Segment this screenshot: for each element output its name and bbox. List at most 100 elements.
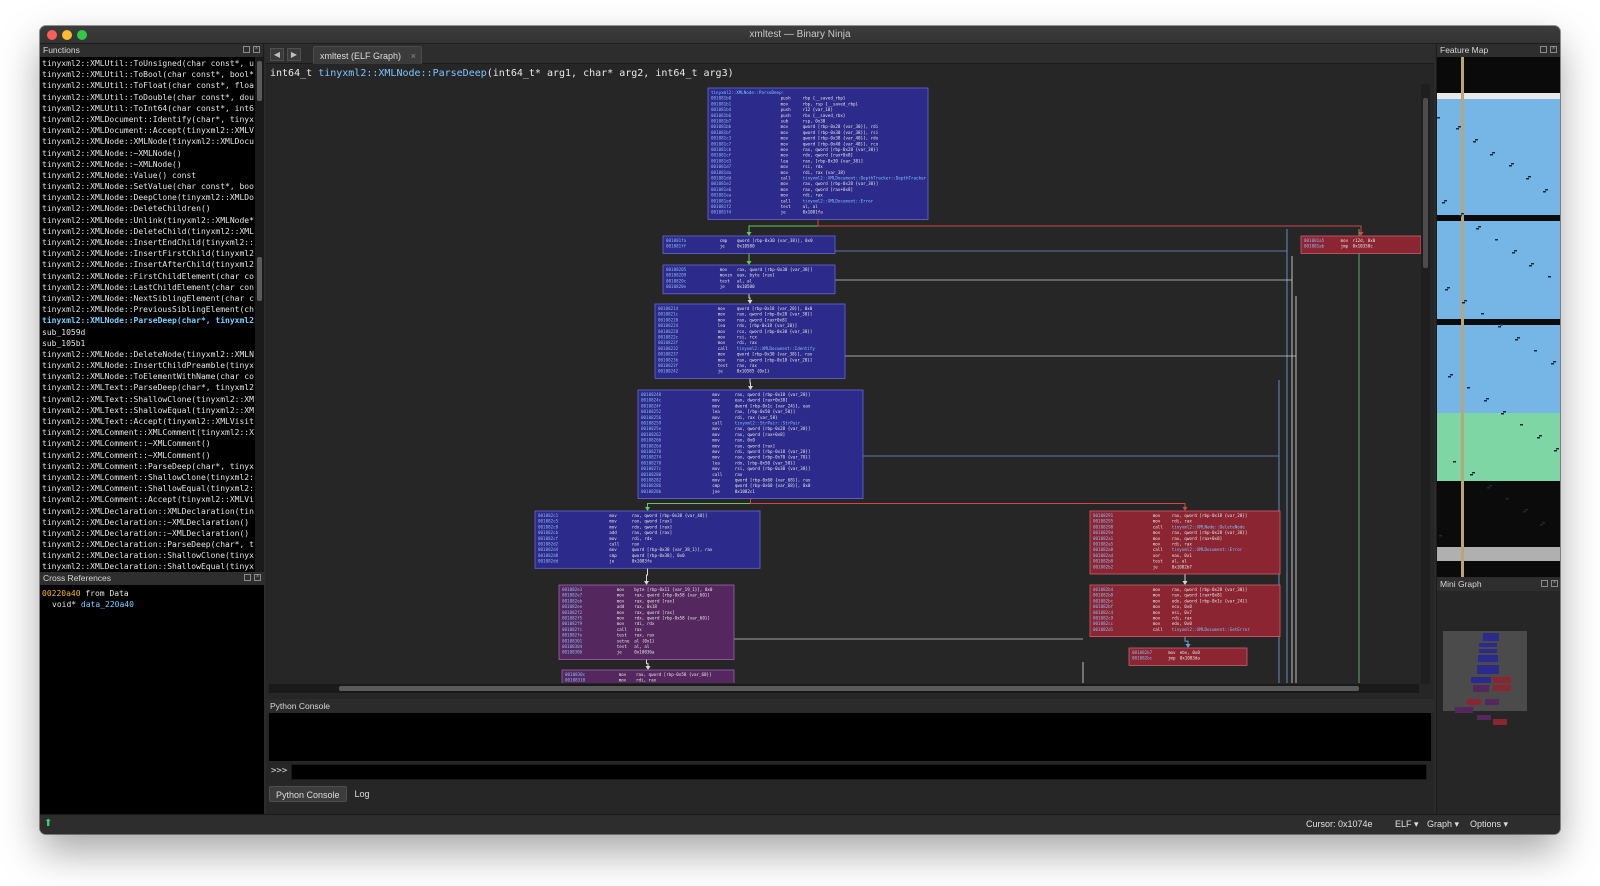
- basic-block-b2[interactable]: 001081fa cmp qword [rbp-0x30 {var_38}], 0x…: [662, 235, 836, 254]
- function-list-item[interactable]: tinyxml2::XMLNode::Unlink(tinyxml2::XMLN…: [42, 215, 254, 226]
- function-list-item[interactable]: tinyxml2::XMLComment::XMLComment(tinyxml…: [42, 427, 254, 438]
- function-list-item[interactable]: tinyxml2::XMLUtil::ToUnsigned(char const…: [42, 58, 254, 69]
- function-list-item[interactable]: tinyxml2::XMLNode::InsertChildPreamble(t…: [42, 360, 254, 371]
- function-list-item[interactable]: tinyxml2::XMLDeclaration::ShallowClone(t…: [42, 550, 254, 561]
- up-arrow-icon[interactable]: ⬆: [44, 818, 52, 829]
- close-panel-icon[interactable]: ×: [254, 574, 261, 581]
- close-panel-icon[interactable]: ×: [253, 46, 260, 53]
- function-list-item[interactable]: tinyxml2::XMLDeclaration::ParseDeep(char…: [42, 539, 254, 550]
- functions-scrollbar-thumb[interactable]: [257, 61, 262, 101]
- feature-map-dot: [1475, 139, 1478, 141]
- basic-block-b3[interactable]: 00108205 mov rax, qword [rbp-0x30 {var_38}…: [662, 264, 836, 295]
- basic-block-b6[interactable]: 001082c1 mov rax, qword [rbp-0x38 {var_40}…: [534, 510, 761, 569]
- function-list-item[interactable]: tinyxml2::XMLNode::DeleteChildren(): [42, 203, 254, 214]
- function-list-item[interactable]: tinyxml2::XMLNode::LastChildElement(char…: [42, 282, 254, 293]
- function-list-item[interactable]: sub_105b1: [42, 338, 254, 349]
- close-panel-icon[interactable]: ×: [1551, 580, 1558, 587]
- function-list-item[interactable]: tinyxml2::XMLUtil::ToDouble(char const*,…: [42, 92, 254, 103]
- feature-map[interactable]: [1437, 57, 1560, 577]
- basic-block-b5[interactable]: 00108248 mov rax, qword [rbp-0x18 {var_20}…: [637, 389, 864, 499]
- mini-graph[interactable]: [1437, 591, 1560, 814]
- graph-horizontal-scrollbar[interactable]: [269, 684, 1419, 693]
- view-type-dropdown[interactable]: Graph ▾: [1427, 819, 1459, 830]
- basic-block-r1[interactable]: 001081a5 mov r12d, 0x0 001081ab jmp 0x10358c: [1300, 235, 1422, 254]
- function-list-item[interactable]: tinyxml2::XMLNode::DeleteNode(tinyxml2::…: [42, 349, 254, 360]
- function-list-item[interactable]: tinyxml2::XMLNode::Value() const: [42, 170, 254, 181]
- basic-block-r3[interactable]: 001082b4 mov rax, qword [rbp-0x28 {var_30}…: [1089, 584, 1281, 637]
- control-flow-graph[interactable]: tinyxml2::XMLNode::ParseDeep: 001081b0 pus…: [269, 84, 1425, 683]
- back-button[interactable]: ◀: [270, 48, 284, 61]
- graph-edge: [749, 378, 751, 387]
- function-list-item[interactable]: tinyxml2::XMLNode::ParseDeep(char*, tiny…: [42, 315, 254, 326]
- basic-block-b8[interactable]: 0010830c mov rax, qword [rbp-0x58 {var_60}…: [561, 669, 735, 683]
- basic-block-entry[interactable]: tinyxml2::XMLNode::ParseDeep:001081b0 pus…: [707, 87, 929, 220]
- function-list-item[interactable]: tinyxml2::XMLNode::InsertEndChild(tinyxm…: [42, 237, 254, 248]
- function-list-item[interactable]: tinyxml2::XMLComment::~XMLComment(): [42, 450, 254, 461]
- forward-button[interactable]: ▶: [287, 48, 301, 61]
- graph-hscroll-thumb[interactable]: [339, 686, 1359, 691]
- basic-block-r2[interactable]: 00108291 mov rax, qword [rbp-0x18 {var_20}…: [1089, 510, 1281, 575]
- instruction-mnemonic: lea: [712, 460, 720, 465]
- function-list-item[interactable]: tinyxml2::XMLDocument::Accept(tinyxml2::…: [42, 125, 254, 136]
- function-list-item[interactable]: tinyxml2::XMLText::Accept(tinyxml2::XMLV…: [42, 416, 254, 427]
- float-panel-icon[interactable]: [1540, 46, 1547, 53]
- function-list-item[interactable]: tinyxml2::XMLDocument::Identify(char*, t…: [42, 114, 254, 125]
- mini-graph-canvas[interactable]: [1437, 591, 1560, 814]
- function-list-item[interactable]: tinyxml2::XMLNode::~XMLNode(): [42, 159, 254, 170]
- function-list-item[interactable]: tinyxml2::XMLNode::FirstChildElement(cha…: [42, 271, 254, 282]
- function-list-item[interactable]: tinyxml2::XMLText::ShallowEqual(tinyxml2…: [42, 405, 254, 416]
- function-list-item[interactable]: tinyxml2::XMLNode::InsertFirstChild(tiny…: [42, 248, 254, 259]
- tab-python-console[interactable]: Python Console: [269, 786, 347, 802]
- xref-subentry[interactable]: void* data_220a40: [42, 599, 262, 610]
- minimize-window-button[interactable]: [62, 30, 72, 40]
- tab-log[interactable]: Log: [349, 786, 376, 802]
- function-list-item[interactable]: tinyxml2::XMLUtil::ToBool(char const*, b…: [42, 69, 254, 80]
- function-list-item[interactable]: tinyxml2::XMLUtil::ToInt64(char const*, …: [42, 103, 254, 114]
- function-list-item[interactable]: tinyxml2::XMLComment::ShallowEqual(tinyx…: [42, 483, 254, 494]
- tab-xmltest-elf-graph[interactable]: xmltest (ELF Graph) ×: [313, 46, 423, 65]
- function-list-item[interactable]: tinyxml2::XMLComment::Accept(tinyxml2::X…: [42, 494, 254, 505]
- function-list-item[interactable]: sub_1059d: [42, 327, 254, 338]
- basic-block-b4[interactable]: 00108214 mov qword [rbp-0x18 {var_20}], 0x…: [654, 303, 846, 379]
- function-list-item[interactable]: tinyxml2::XMLComment::ParseDeep(char*, t…: [42, 461, 254, 472]
- function-list-item[interactable]: tinyxml2::XMLNode::NextSiblingElement(ch…: [42, 293, 254, 304]
- function-list-item[interactable]: tinyxml2::XMLNode::DeepClone(tinyxml2::X…: [42, 192, 254, 203]
- function-list-item[interactable]: tinyxml2::XMLNode::PreviousSiblingElemen…: [42, 304, 254, 315]
- graph-vertical-scrollbar[interactable]: [1421, 84, 1430, 684]
- functions-scrollbar[interactable]: [255, 57, 264, 572]
- function-list-item[interactable]: tinyxml2::XMLUtil::ToFloat(char const*, …: [42, 80, 254, 91]
- float-panel-icon[interactable]: [244, 574, 251, 581]
- function-list-item[interactable]: tinyxml2::XMLNode::XMLNode(tinyxml2::XML…: [42, 136, 254, 147]
- function-list-item[interactable]: tinyxml2::XMLDeclaration::~XMLDeclaratio…: [42, 528, 254, 539]
- options-dropdown[interactable]: Options ▾: [1470, 819, 1508, 830]
- function-list-item[interactable]: tinyxml2::XMLText::ParseDeep(char*, tiny…: [42, 382, 254, 393]
- close-window-button[interactable]: [47, 30, 57, 40]
- functions-scrollbar-handle[interactable]: [257, 257, 262, 301]
- instruction-address: 0010820e: [666, 284, 687, 289]
- function-list-item[interactable]: tinyxml2::XMLNode::DeleteChild(tinyxml2:…: [42, 226, 254, 237]
- function-list-item[interactable]: tinyxml2::XMLNode::~XMLNode(): [42, 148, 254, 159]
- close-tab-icon[interactable]: ×: [411, 47, 416, 65]
- graph-vscroll-thumb[interactable]: [1423, 98, 1428, 268]
- close-panel-icon[interactable]: ×: [1550, 46, 1557, 53]
- function-list-item[interactable]: tinyxml2::XMLComment::~XMLComment(): [42, 438, 254, 449]
- function-list-item[interactable]: tinyxml2::XMLNode::ToElementWithName(cha…: [42, 371, 254, 382]
- python-console-input[interactable]: [291, 764, 1427, 780]
- function-list-item[interactable]: tinyxml2::XMLNode::InsertAfterChild(tiny…: [42, 259, 254, 270]
- float-panel-icon[interactable]: [243, 46, 250, 53]
- zoom-window-button[interactable]: [77, 30, 87, 40]
- float-panel-icon[interactable]: [1541, 580, 1548, 587]
- xref-entry[interactable]: 00220a40 from Data: [42, 588, 262, 599]
- graph-canvas[interactable]: tinyxml2::XMLNode::ParseDeep:001081b0 pus…: [269, 84, 1425, 683]
- function-list-item[interactable]: tinyxml2::XMLDeclaration::ShallowEqual(t…: [42, 561, 254, 572]
- file-format-dropdown[interactable]: ELF ▾: [1395, 819, 1419, 830]
- basic-block-r4[interactable]: 001082b7 mov ebx, 0x0 001082bc jmp 0x1083da: [1128, 647, 1248, 666]
- function-list-item[interactable]: tinyxml2::XMLText::ShallowClone(tinyxml2…: [42, 394, 254, 405]
- basic-block-b7[interactable]: 001082e3 mov byte [rbp-0x11 {var_19_1}], 0…: [558, 584, 735, 660]
- function-name[interactable]: tinyxml2::XMLNode::ParseDeep: [318, 68, 487, 79]
- function-list-item[interactable]: tinyxml2::XMLDeclaration::XMLDeclaration…: [42, 506, 254, 517]
- feature-map-canvas[interactable]: [1437, 57, 1560, 577]
- function-list-item[interactable]: tinyxml2::XMLNode::SetValue(char const*,…: [42, 181, 254, 192]
- function-list-item[interactable]: tinyxml2::XMLDeclaration::~XMLDeclaratio…: [42, 517, 254, 528]
- function-list-item[interactable]: tinyxml2::XMLComment::ShallowClone(tinyx…: [42, 472, 254, 483]
